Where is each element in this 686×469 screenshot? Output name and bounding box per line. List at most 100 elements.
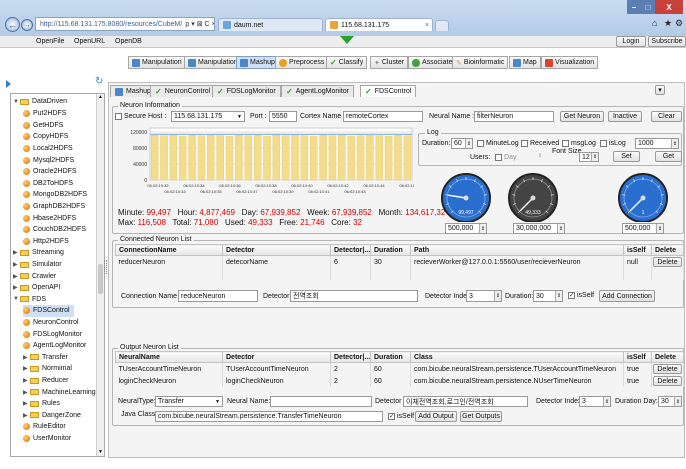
gauge-1-spinner[interactable]: 500,000 ⇕ xyxy=(445,223,487,234)
tab-active[interactable]: 115.68.131.175 × xyxy=(325,18,433,31)
checkbox-box[interactable] xyxy=(477,140,484,147)
tree-node-gethdfs[interactable]: GetHDFS xyxy=(23,120,63,132)
expand-arrow-icon[interactable]: ▶ xyxy=(23,412,29,419)
expand-arrow-icon[interactable]: ▶ xyxy=(13,284,19,291)
conn-detector-field[interactable]: 전역조회 xyxy=(290,290,418,302)
cortex-field[interactable]: remoteCortex xyxy=(343,111,423,122)
login-button[interactable]: Login xyxy=(616,36,646,47)
address-controls[interactable]: ρ ▾ ⊠ C × xyxy=(185,20,214,28)
spinner-arrows-icon[interactable]: ⇕ xyxy=(479,224,486,233)
gear-icon[interactable]: ⚙ xyxy=(675,18,683,29)
checkbox-box[interactable] xyxy=(115,113,122,120)
expand-arrow-icon[interactable]: ▶ xyxy=(13,249,19,256)
collapse-arrow-icon[interactable] xyxy=(340,36,354,44)
expand-arrow-icon[interactable]: ▼ xyxy=(13,99,19,105)
table-row[interactable]: loginCheckNeuron loginCheckNeuron 2 60 c… xyxy=(115,375,684,387)
minimize-button[interactable]: – xyxy=(627,0,641,14)
tree-node-reducer[interactable]: ▶ Reducer xyxy=(23,375,68,387)
forward-icon[interactable]: → xyxy=(21,19,33,31)
tree-node-rules[interactable]: ▶ Rules xyxy=(23,398,60,410)
col-delete[interactable]: Delete xyxy=(651,244,684,256)
log-duration-spinner[interactable]: 60 ⇕ xyxy=(451,138,473,149)
refresh-icon[interactable]: ↻ xyxy=(95,76,103,87)
scroll-down-icon[interactable]: ▼ xyxy=(97,449,104,456)
module-tab-associate[interactable]: Associate xyxy=(408,56,457,69)
port-field[interactable]: 5550 xyxy=(269,111,297,122)
tree-node-neuroncontrol[interactable]: NeuronControl xyxy=(23,317,79,329)
tree-node-crawler[interactable]: ▶ Crawler xyxy=(13,270,56,282)
menu-openfile[interactable]: OpenFile xyxy=(36,37,64,47)
set-button[interactable]: Set xyxy=(613,151,640,162)
gauge-3-spinner[interactable]: 500,000 ⇕ xyxy=(622,223,664,234)
back-icon[interactable]: ← xyxy=(5,17,20,32)
tree-node-fdslogmonitor[interactable]: FDSLogMonitor xyxy=(23,328,82,340)
tree-node-graphdb2hdfs[interactable]: GraphDB2HDFS xyxy=(23,201,85,213)
table-row[interactable]: TUserAccountTimeNeuron TUserAccountTimeN… xyxy=(115,362,684,375)
secure-checkbox[interactable]: Secure xyxy=(115,113,146,120)
spinner-arrows-icon[interactable]: ⇕ xyxy=(603,397,610,406)
col-duration[interactable]: Duration xyxy=(370,351,411,363)
delete-button[interactable]: Delete xyxy=(653,376,682,386)
out-index-spinner[interactable]: 3 ⇕ xyxy=(579,396,611,407)
module-tab-manipulation-2[interactable]: Manipulation xyxy=(184,56,242,69)
expand-arrow-icon[interactable]: ▼ xyxy=(13,296,19,302)
checkbox-box[interactable] xyxy=(600,140,607,147)
col-delete[interactable]: Delete xyxy=(651,351,684,363)
out-isself-checkbox[interactable]: ✓ isSelf xyxy=(388,413,414,420)
add-connection-button[interactable]: Add Connection xyxy=(599,290,655,302)
tree-node-openapi[interactable]: ▶ OpenAPI xyxy=(13,282,60,294)
close-window-button[interactable]: X xyxy=(655,0,683,14)
tree-node-fdscontrol[interactable]: FDSControl xyxy=(23,305,74,317)
conn-duration-spinner[interactable]: 30 ⇕ xyxy=(533,290,563,302)
spinner-arrows-icon[interactable]: ⇕ xyxy=(674,397,681,406)
java-class-field[interactable]: com.bicube.neuralStream.persistence.Tran… xyxy=(155,411,383,422)
col-class[interactable]: Class xyxy=(410,351,624,363)
font-size-spinner[interactable]: 12 ⇕ xyxy=(579,152,599,162)
tree-node-dangerzone[interactable]: ▶ DangerZone xyxy=(23,410,81,422)
delete-button[interactable]: Delete xyxy=(653,364,682,374)
get-neuron-button[interactable]: Get Neuron xyxy=(560,111,604,122)
panel-menu-button[interactable]: ▾ xyxy=(655,85,665,95)
get-outputs-button[interactable]: Get Outputs xyxy=(460,411,502,422)
tab-fdscontrol[interactable]: ✓ FDSControl xyxy=(360,85,417,97)
out-detector-field[interactable]: 이체전역조회,로그인/전역조회 xyxy=(403,396,528,407)
splitter-handle[interactable] xyxy=(104,260,107,274)
tree-node-datadriven[interactable]: ▼ DataDriven xyxy=(13,96,67,108)
col-duration[interactable]: Duration xyxy=(370,244,411,256)
checkbox-box[interactable] xyxy=(495,154,502,161)
subscribe-button[interactable]: Subscribe xyxy=(648,36,686,47)
msglog-checkbox[interactable]: msgLog xyxy=(562,140,596,147)
tab-close-icon[interactable]: × xyxy=(425,22,429,29)
tree-node-copyhdfs[interactable]: CopyHDFS xyxy=(23,131,68,143)
tree-scrollbar[interactable]: ▲ ▼ xyxy=(96,94,104,456)
col-detector[interactable]: Detector xyxy=(222,351,331,363)
tree-node-local2hdfs[interactable]: Local2HDFS xyxy=(23,143,73,155)
module-tab-bioinformatic[interactable]: ✎ Bioinformatic xyxy=(452,56,509,69)
col-connectionname[interactable]: ConnectionName xyxy=(115,244,223,256)
minutelog-checkbox[interactable]: MinuteLog xyxy=(477,140,519,147)
tree-node-machinelearning[interactable]: ▶ MachineLearning xyxy=(23,386,96,398)
col-detector[interactable]: Detector xyxy=(222,244,331,256)
module-tab-mashup[interactable]: Mashup xyxy=(236,56,279,69)
menu-openurl[interactable]: OpenURL xyxy=(74,37,105,47)
tree-node-usermonitor[interactable]: UserMonitor xyxy=(23,433,71,445)
scroll-thumb[interactable] xyxy=(98,264,103,294)
inactive-button[interactable]: Inactive xyxy=(608,111,642,122)
clear-button[interactable]: Clear xyxy=(651,111,682,122)
islog-spinner[interactable]: 1000 ⇕ xyxy=(635,138,679,149)
maximize-button[interactable]: □ xyxy=(641,0,655,14)
table-row[interactable]: reducerNeuron detecorName 6 30 recieverW… xyxy=(115,255,684,268)
users-day-checkbox[interactable]: Day xyxy=(495,154,516,161)
tree-node-couchdb2hdfs[interactable]: CouchDB2HDFS xyxy=(23,224,86,236)
expand-arrow-icon[interactable]: ▶ xyxy=(13,261,19,268)
tree-node-agentlogmonitor[interactable]: AgentLogMonitor xyxy=(23,340,86,352)
islog-checkbox[interactable]: isLog xyxy=(600,140,626,147)
address-bar[interactable]: http://115.68.131.175:8080/resources/Cub… xyxy=(35,17,215,31)
get-button[interactable]: Get xyxy=(655,151,682,162)
expand-arrow-icon[interactable]: ▶ xyxy=(23,354,29,361)
tree-node-normimal[interactable]: ▶ Normimal xyxy=(23,363,72,375)
tree-node-transfer[interactable]: ▶ Transfer xyxy=(23,352,68,364)
module-tab-map[interactable]: Map xyxy=(509,56,541,69)
expand-arrow-icon[interactable]: ▶ xyxy=(13,273,19,280)
received-checkbox[interactable]: Received xyxy=(521,140,559,147)
